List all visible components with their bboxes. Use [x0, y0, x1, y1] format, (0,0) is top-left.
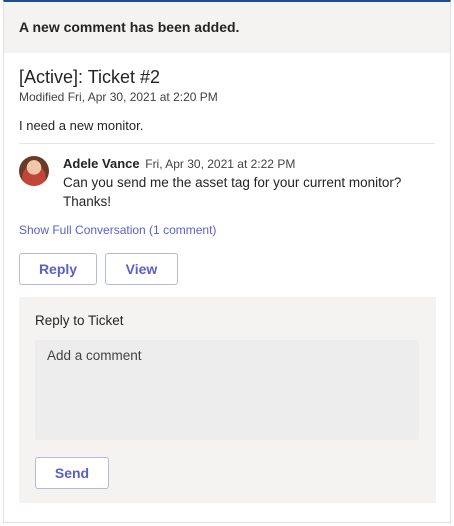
- view-button[interactable]: View: [105, 253, 178, 285]
- show-full-conversation-link[interactable]: Show Full Conversation (1 comment): [19, 223, 216, 237]
- reply-panel-title: Reply to Ticket: [35, 313, 124, 328]
- ticket-description: I need a new monitor.: [19, 118, 144, 133]
- divider: [19, 143, 435, 144]
- banner-text: A new comment has been added.: [19, 19, 240, 35]
- comment-body: Adele Vance Fri, Apr 30, 2021 at 2:22 PM…: [63, 156, 423, 211]
- user-avatar-icon: [19, 156, 49, 186]
- comment-input[interactable]: [35, 340, 419, 440]
- comment-header: Adele Vance Fri, Apr 30, 2021 at 2:22 PM: [63, 156, 423, 172]
- send-button[interactable]: Send: [35, 457, 109, 489]
- ticket-title: [Active]: Ticket #2: [19, 67, 161, 87]
- modified-timestamp: Modified Fri, Apr 30, 2021 at 2:20 PM: [19, 90, 218, 104]
- reply-panel: Reply to Ticket Send: [19, 297, 436, 503]
- card-content: [Active]: Ticket #2 Modified Fri, Apr 30…: [4, 66, 450, 503]
- comment-item: Adele Vance Fri, Apr 30, 2021 at 2:22 PM…: [19, 156, 435, 211]
- comment-timestamp: Fri, Apr 30, 2021 at 2:22 PM: [145, 157, 296, 171]
- comment-author: Adele Vance: [63, 156, 140, 171]
- notification-banner: A new comment has been added.: [4, 2, 450, 53]
- comment-text: Can you send me the asset tag for your c…: [63, 175, 402, 209]
- action-buttons: Reply View: [19, 253, 435, 285]
- reply-button[interactable]: Reply: [19, 253, 97, 285]
- ticket-card: A new comment has been added. [Active]: …: [3, 0, 451, 523]
